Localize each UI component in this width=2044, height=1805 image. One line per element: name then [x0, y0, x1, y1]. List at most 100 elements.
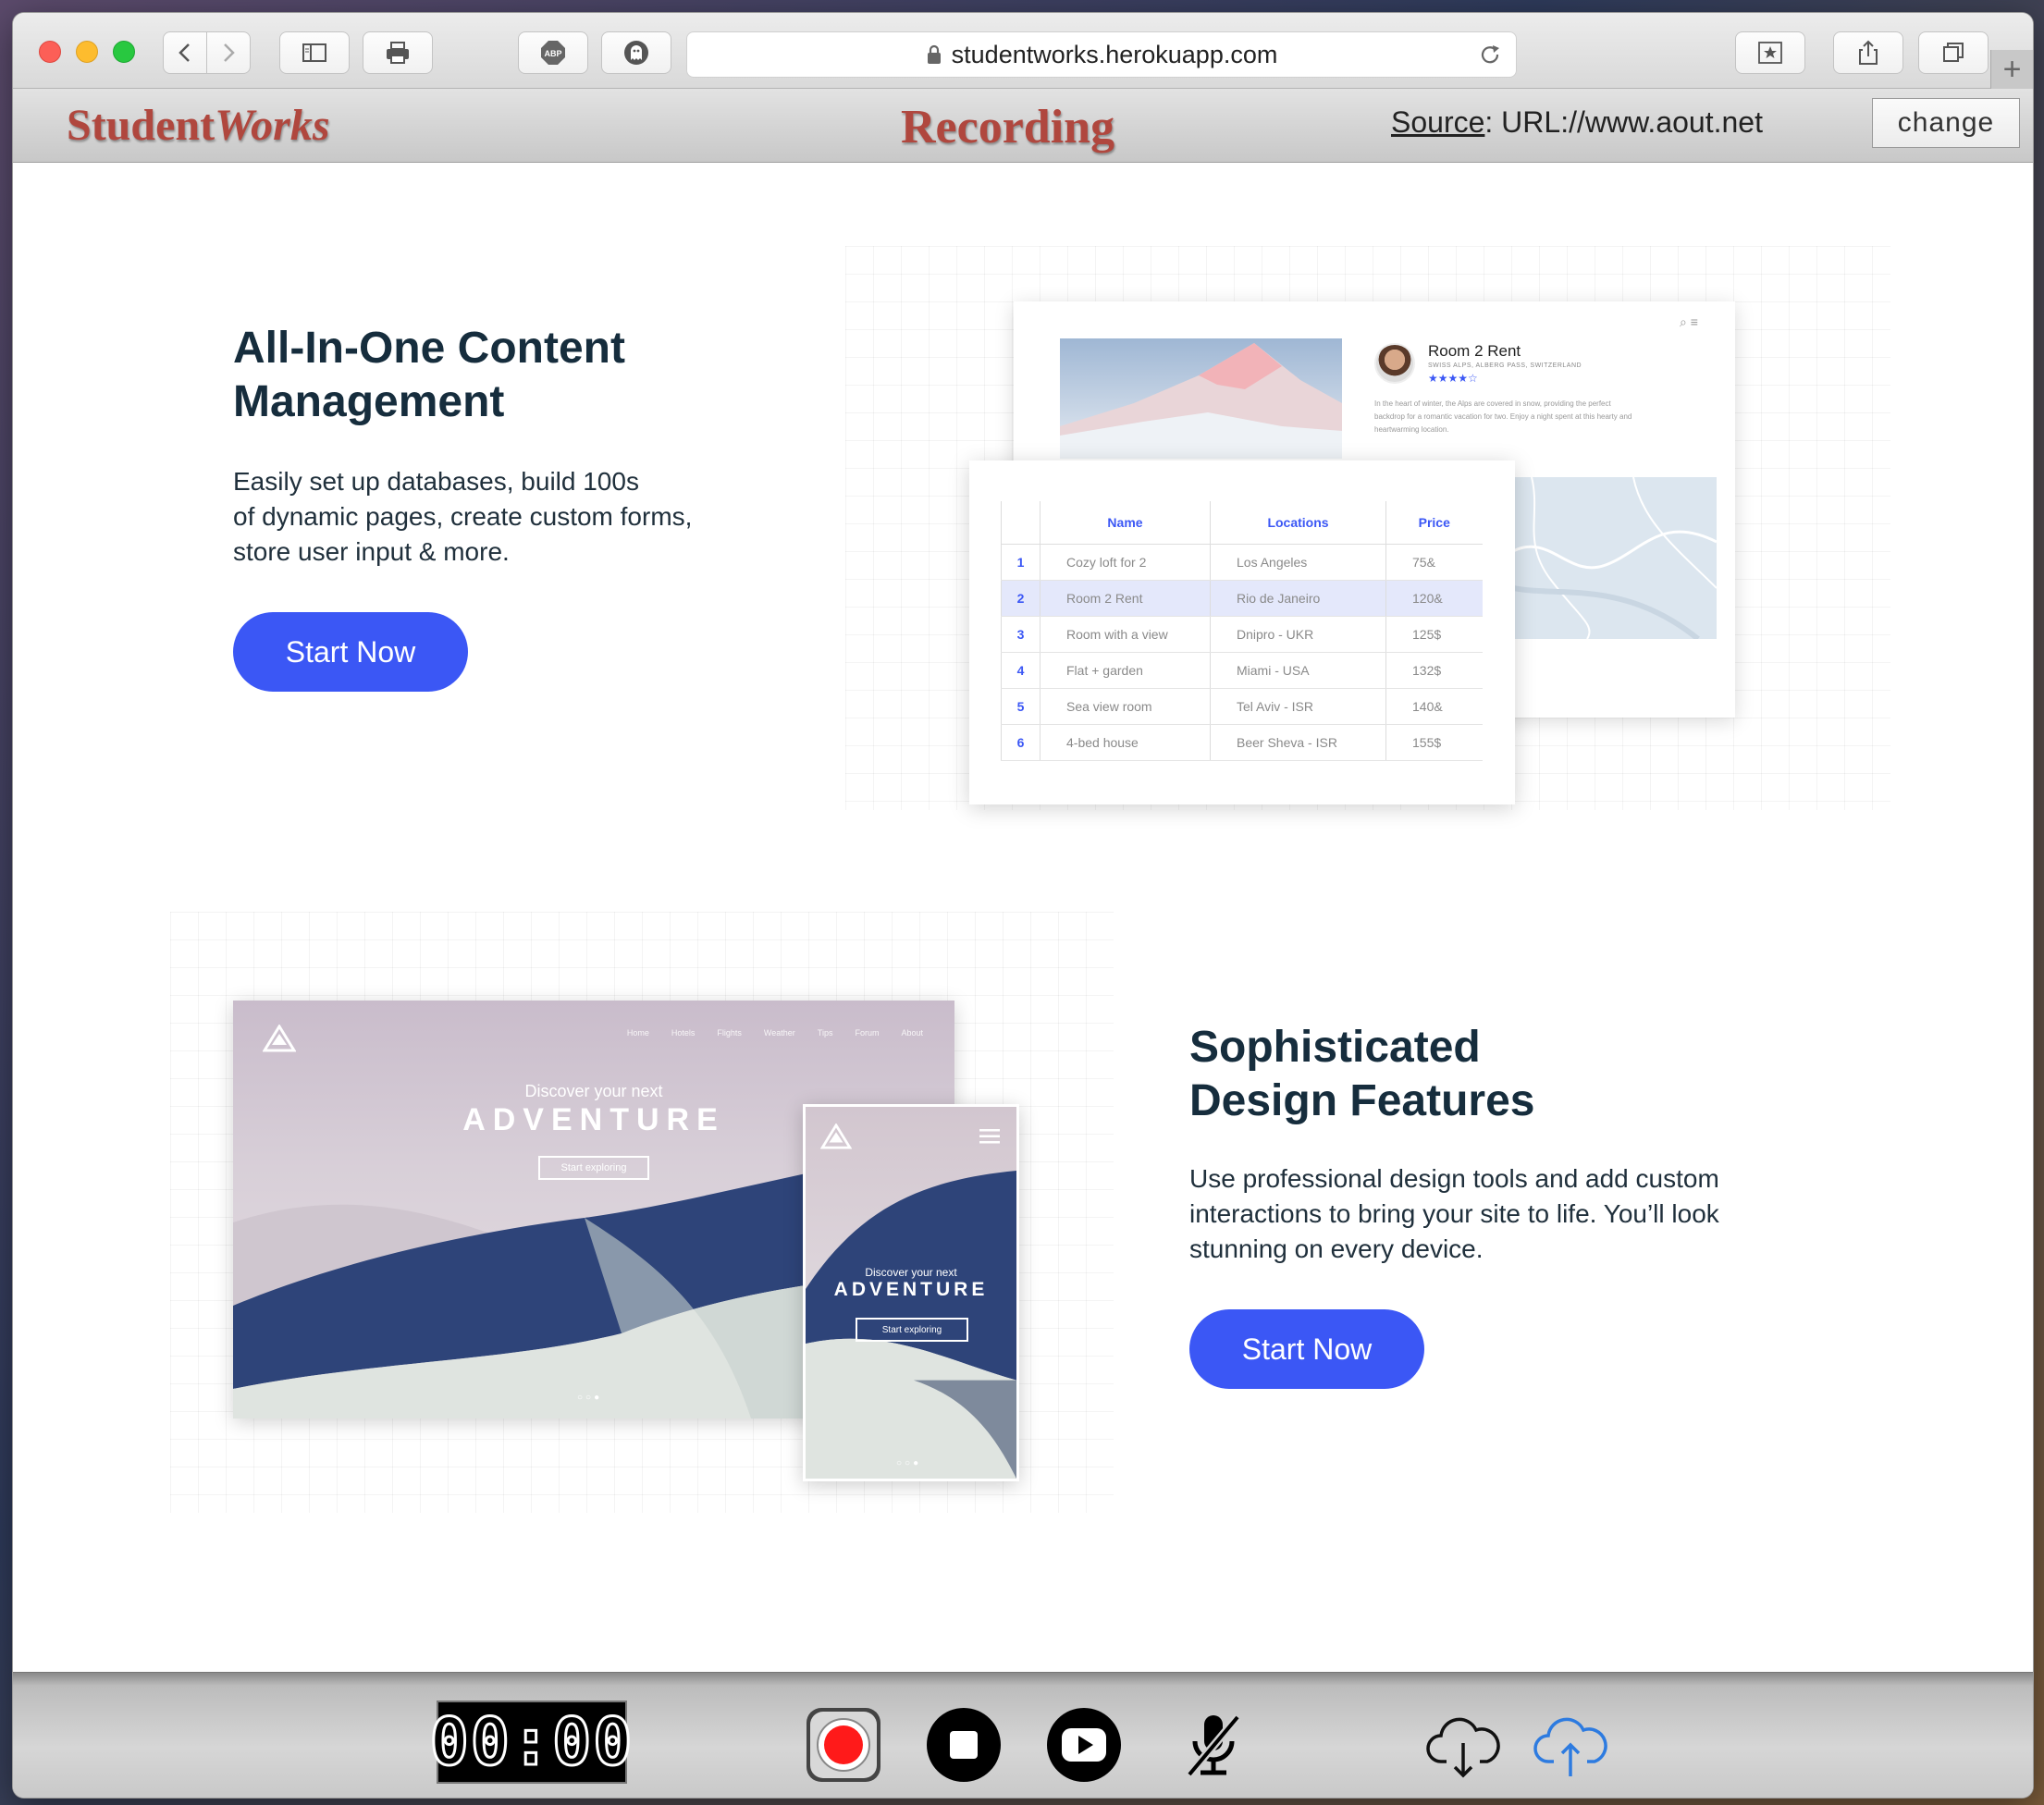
source-label-text: Source	[1391, 105, 1485, 139]
start-now-button-1[interactable]: Start Now	[233, 612, 468, 692]
carousel-dots: ○○●	[577, 1393, 603, 1403]
tabs-overview-button[interactable]	[1918, 31, 1989, 74]
cloud-download-button[interactable]	[1424, 1706, 1502, 1784]
record-button[interactable]	[805, 1706, 882, 1784]
cloud-upload-button[interactable]	[1532, 1706, 1609, 1784]
room-title: Room 2 Rent	[1428, 342, 1521, 360]
section2-heading-line1: Sophisticated	[1189, 1023, 1481, 1072]
cell-price: 132$	[1385, 652, 1483, 689]
close-window-button[interactable]	[39, 41, 61, 63]
bookmark-button[interactable]	[1735, 31, 1805, 74]
start-now-button-2[interactable]: Start Now	[1189, 1309, 1424, 1389]
row-number: 5	[1001, 688, 1040, 725]
room-subtitle: SWISS ALPS, ALBERG PASS, SWITZERLAND	[1428, 362, 1582, 369]
section2-desc-line1: Use professional design tools and add cu…	[1189, 1164, 1719, 1193]
section1-desc-line1: Easily set up databases, build 100s	[233, 467, 639, 496]
cloud-download-icon	[1426, 1717, 1500, 1778]
rooms-table-mock-card: Name Locations Price 1 Cozy loft for 2 L…	[969, 460, 1515, 804]
cell-location: Dnipro - UKR	[1210, 616, 1386, 653]
play-button[interactable]	[1045, 1706, 1123, 1784]
table-corner-cell	[1001, 501, 1040, 545]
section1-desc-line2: of dynamic pages, create custom forms,	[233, 502, 693, 531]
table-header-row: Name Locations Price	[1001, 501, 1483, 545]
recorder-header: StudentWorks Recording Source: URL://www…	[13, 89, 2033, 163]
stop-button[interactable]	[925, 1706, 1003, 1784]
cell-location: Tel Aviv - ISR	[1210, 688, 1386, 725]
zoom-window-button[interactable]	[113, 41, 135, 63]
table-row: 6 4-bed house Beer Sheva - ISR 155$	[1001, 724, 1483, 761]
chevron-right-icon	[224, 43, 235, 62]
minimize-window-button[interactable]	[76, 41, 98, 63]
cell-price: 140&	[1385, 688, 1483, 725]
change-source-button[interactable]: change	[1872, 98, 2020, 148]
map-image	[1512, 476, 1718, 642]
cloud-upload-icon	[1533, 1717, 1607, 1776]
rating-stars: ★★★★☆	[1428, 372, 1478, 385]
share-icon	[1859, 40, 1878, 65]
print-button[interactable]	[363, 31, 433, 74]
reload-icon[interactable]	[1477, 43, 1503, 68]
mountain-image	[1060, 338, 1342, 459]
cell-price: 125$	[1385, 616, 1483, 653]
cell-price: 75&	[1385, 544, 1483, 581]
cell-location: Rio de Janeiro	[1210, 580, 1386, 617]
mock-nav-item: Tips	[817, 1028, 833, 1038]
cell-name: Cozy loft for 2	[1040, 544, 1211, 581]
studentworks-logo: StudentWorks	[67, 100, 330, 151]
adventure-mobile-mock: Discover your next ADVENTURE Start explo…	[803, 1104, 1019, 1481]
cell-price: 120&	[1385, 580, 1483, 617]
source-url: : URL://www.aout.net	[1484, 105, 1763, 139]
section2-desc-line2: interactions to bring your site to life.…	[1189, 1199, 1719, 1228]
forward-button[interactable]	[206, 31, 251, 74]
section2-desc-line3: stunning on every device.	[1189, 1234, 1484, 1263]
recorder-control-bar: 00:00	[13, 1672, 2033, 1798]
share-button[interactable]	[1833, 31, 1903, 74]
mock-nav-item: Forum	[855, 1028, 880, 1038]
browser-window: ABP studentworks.herokuapp.com + Student…	[13, 13, 2033, 1798]
section1-heading: All-In-One Content Management	[233, 322, 625, 429]
page-content: All-In-One Content Management Easily set…	[13, 163, 2033, 1672]
row-number: 6	[1001, 724, 1040, 761]
cell-location: Los Angeles	[1210, 544, 1386, 581]
recording-timer: 00:00	[428, 1701, 634, 1784]
new-tab-button[interactable]: +	[1990, 50, 2033, 89]
mountain-logo-icon	[263, 1025, 296, 1052]
adblock-plus-button[interactable]: ABP	[518, 31, 588, 74]
printer-icon	[387, 42, 409, 64]
timer-display: 00:00	[428, 1703, 634, 1782]
adventure-kicker: Discover your next	[524, 1082, 663, 1100]
section1-heading-line1: All-In-One Content	[233, 324, 625, 373]
table-row: 3 Room with a view Dnipro - UKR 125$	[1001, 616, 1483, 653]
cell-location: Miami - USA	[1210, 652, 1386, 689]
menu-icon: ≡	[1690, 314, 1698, 329]
sidebar-button[interactable]	[279, 31, 350, 74]
back-button[interactable]	[163, 31, 207, 74]
section2-description: Use professional design tools and add cu…	[1189, 1161, 1719, 1267]
row-number: 3	[1001, 616, 1040, 653]
mock-nav: Home Hotels Flights Weather Tips Forum A…	[627, 1028, 923, 1038]
svg-text:ABP: ABP	[544, 49, 561, 58]
cell-name: Sea view room	[1040, 688, 1211, 725]
carousel-dots-mobile: ○○●	[896, 1458, 922, 1468]
start-exploring-mock-button: Start exploring	[538, 1156, 649, 1180]
tabs-icon	[1943, 43, 1964, 62]
adventure-headline-mobile: ADVENTURE	[833, 1279, 989, 1300]
table-row: 1 Cozy loft for 2 Los Angeles 75&	[1001, 544, 1483, 581]
star-bookmark-icon	[1758, 42, 1782, 64]
mock-nav-item: Weather	[763, 1028, 795, 1038]
record-icon	[807, 1708, 880, 1782]
row-number: 2	[1001, 580, 1040, 617]
section1-heading-line2: Management	[233, 377, 505, 426]
column-header-price: Price	[1385, 501, 1483, 545]
row-number: 1	[1001, 544, 1040, 581]
ghostery-button[interactable]	[601, 31, 671, 74]
search-icon: ⌕	[1680, 314, 1687, 329]
row-number: 4	[1001, 652, 1040, 689]
cell-name: Room with a view	[1040, 616, 1211, 653]
address-bar[interactable]: studentworks.herokuapp.com	[686, 31, 1517, 78]
column-header-locations: Locations	[1210, 501, 1386, 545]
adventure-kicker-mobile: Discover your next	[865, 1266, 957, 1279]
chevron-left-icon	[179, 43, 190, 62]
source-label: Source: URL://www.aout.net	[1391, 105, 1763, 140]
mute-microphone-button[interactable]	[1175, 1706, 1252, 1784]
